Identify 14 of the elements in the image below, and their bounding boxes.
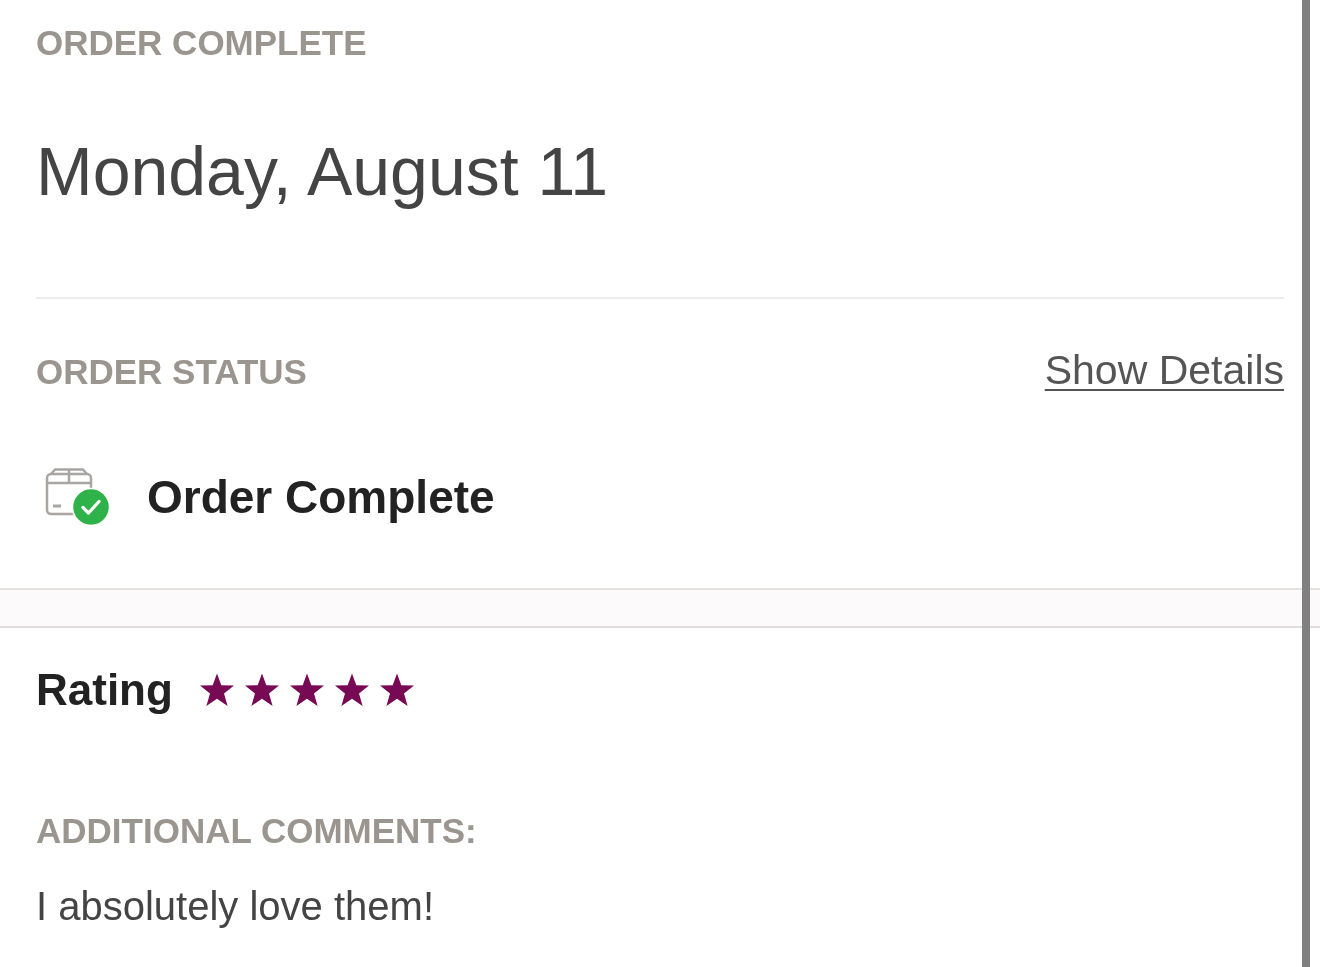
- section-label: ORDER STATUS: [36, 351, 307, 393]
- comment-text: I absolutely love them!: [36, 883, 434, 930]
- star-icon: [243, 673, 280, 707]
- star-icon: [378, 673, 415, 707]
- star-icon: [333, 673, 370, 707]
- show-details-link[interactable]: Show Details: [1044, 346, 1284, 394]
- order-date: Monday, August 11: [36, 132, 609, 211]
- scrollbar[interactable]: [1302, 0, 1310, 967]
- star-icon: [198, 673, 235, 707]
- order-status-text: Order Complete: [147, 470, 495, 524]
- star-icon: [288, 673, 325, 707]
- section-label: ORDER COMPLETE: [36, 22, 367, 64]
- comments-label: ADDITIONAL COMMENTS:: [36, 810, 477, 852]
- rating-label: Rating: [36, 664, 173, 716]
